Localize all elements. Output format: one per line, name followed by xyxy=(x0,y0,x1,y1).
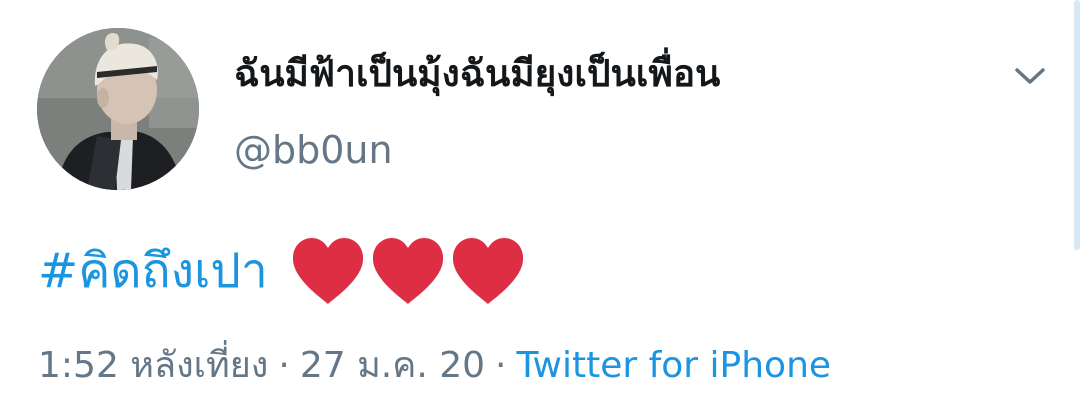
scrollbar[interactable] xyxy=(1074,0,1080,250)
tweet-text: #คิดถึงเปา xyxy=(38,236,526,306)
profile-photo-icon xyxy=(37,28,199,190)
avatar[interactable] xyxy=(37,28,199,190)
tweet-date[interactable]: 27 ม.ค. 20 xyxy=(300,345,485,386)
hashtag-link[interactable]: #คิดถึงเปา xyxy=(38,236,268,306)
tweet-metadata: 1:52 หลังเที่ยง · 27 ม.ค. 20 · Twitter for i… xyxy=(38,340,831,392)
tweet-menu-button[interactable] xyxy=(1010,56,1050,96)
display-name[interactable]: ฉันมีฟ้าเป็นมุ้งฉันมียุงเป็นเพื่อน xyxy=(234,48,720,100)
heart-icon xyxy=(292,238,363,304)
meta-separator: · xyxy=(278,345,290,386)
tweet-time[interactable]: 1:52 หลังเที่ยง xyxy=(38,345,268,386)
user-handle[interactable]: @bb0un xyxy=(234,124,393,176)
tweet-source-link[interactable]: Twitter for iPhone xyxy=(516,345,831,386)
emoji-group xyxy=(290,236,526,306)
heart-icon xyxy=(372,238,443,304)
heart-icon xyxy=(452,238,523,304)
tweet-card: ฉันมีฟ้าเป็นมุ้งฉันมียุงเป็นเพื่อน @bb0u… xyxy=(0,0,1080,418)
chevron-down-icon xyxy=(1015,68,1045,84)
meta-separator: · xyxy=(495,345,507,386)
